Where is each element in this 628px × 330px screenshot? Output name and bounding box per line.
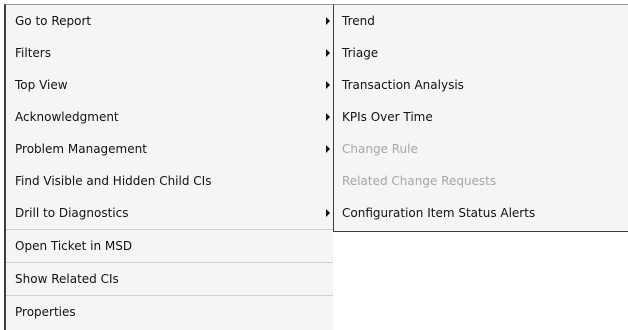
menu-item-top-view[interactable]: Top View <box>6 69 333 101</box>
submenu-arrow-icon <box>326 49 330 57</box>
context-menu: Go to Report Filters Top View Acknowledg… <box>4 4 333 330</box>
submenu-item-transaction-analysis[interactable]: Transaction Analysis <box>334 69 628 101</box>
submenu-item-trend[interactable]: Trend <box>334 5 628 37</box>
menu-item-label: Show Related CIs <box>15 272 119 286</box>
menu-item-label: Go to Report <box>15 14 92 28</box>
submenu-arrow-icon <box>326 145 330 153</box>
menu-item-label: Open Ticket in MSD <box>15 239 133 253</box>
submenu-item-label: Transaction Analysis <box>342 78 464 92</box>
menu-item-acknowledgment[interactable]: Acknowledgment <box>6 101 333 133</box>
submenu-item-label: Configuration Item Status Alerts <box>342 206 536 220</box>
submenu-item-label: Triage <box>342 46 379 60</box>
submenu-item-triage[interactable]: Triage <box>334 37 628 69</box>
submenu-item-related-change-requests: Related Change Requests <box>334 165 628 197</box>
menu-item-label: Acknowledgment <box>15 110 119 124</box>
menu-item-label: Top View <box>15 78 68 92</box>
submenu-arrow-icon <box>326 81 330 89</box>
menu-item-open-ticket-in-msd[interactable]: Open Ticket in MSD <box>6 229 333 262</box>
menu-item-go-to-report[interactable]: Go to Report <box>6 5 333 37</box>
submenu-item-change-rule: Change Rule <box>334 133 628 165</box>
submenu-item-label: Change Rule <box>342 142 418 156</box>
submenu-item-label: Trend <box>342 14 375 28</box>
menu-item-problem-management[interactable]: Problem Management <box>6 133 333 165</box>
menu-item-label: Problem Management <box>15 142 147 156</box>
menu-item-filters[interactable]: Filters <box>6 37 333 69</box>
submenu-arrow-icon <box>326 113 330 121</box>
menu-item-label: Properties <box>15 305 76 319</box>
menu-item-label: Drill to Diagnostics <box>15 206 129 220</box>
submenu-item-kpis-over-time[interactable]: KPIs Over Time <box>334 101 628 133</box>
menu-item-show-related-cis[interactable]: Show Related CIs <box>6 262 333 295</box>
submenu-item-ci-status-alerts[interactable]: Configuration Item Status Alerts <box>334 197 628 229</box>
submenu-item-label: KPIs Over Time <box>342 110 433 124</box>
go-to-report-submenu: Trend Triage Transaction Analysis KPIs O… <box>333 4 628 232</box>
submenu-arrow-icon <box>326 17 330 25</box>
submenu-item-label: Related Change Requests <box>342 174 497 188</box>
menu-item-label: Filters <box>15 46 51 60</box>
menu-item-find-child-cis[interactable]: Find Visible and Hidden Child CIs <box>6 165 333 197</box>
menu-item-drill-to-diagnostics[interactable]: Drill to Diagnostics <box>6 197 333 229</box>
submenu-arrow-icon <box>326 209 330 217</box>
menu-item-properties[interactable]: Properties <box>6 295 333 328</box>
menu-item-label: Find Visible and Hidden Child CIs <box>15 174 212 188</box>
